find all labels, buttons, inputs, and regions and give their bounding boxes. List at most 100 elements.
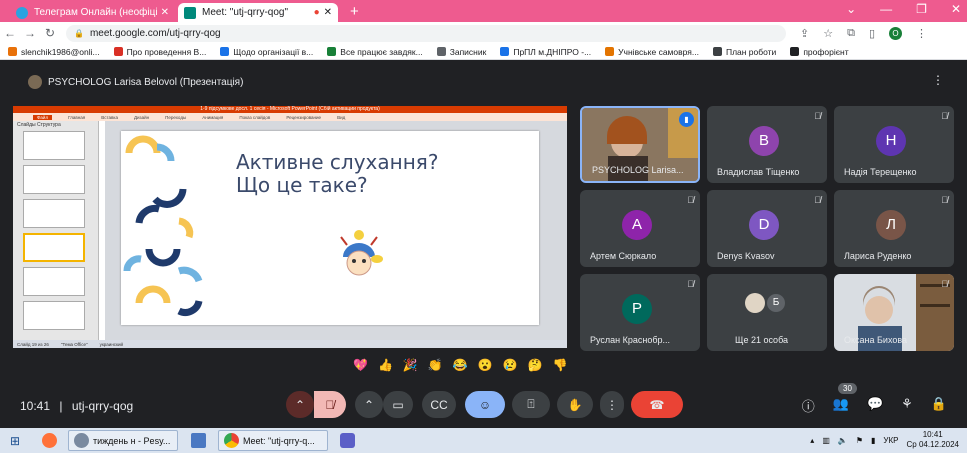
- show-hidden-icons-icon[interactable]: ▴: [810, 436, 814, 445]
- bookmark-item[interactable]: профорієнт: [790, 47, 849, 57]
- bookmark-item[interactable]: Щодо організації в...: [220, 47, 313, 57]
- side-panel-icons: ⓘ 👥 💬 ⚘ 🔒: [802, 396, 947, 415]
- close-icon[interactable]: ✕: [161, 7, 169, 18]
- slide-thumbnail: [23, 199, 85, 228]
- participant-name: Denys Kvasov: [717, 251, 775, 261]
- battery-icon[interactable]: ▮: [871, 436, 875, 445]
- mic-off-icon: 🎙̸: [941, 195, 948, 205]
- profile-avatar[interactable]: O: [889, 26, 903, 40]
- bookmark-item[interactable]: ПрПЛ м.ДНІПРО -...: [500, 47, 591, 57]
- avatar: А: [622, 210, 652, 240]
- participant-tile[interactable]: 🎙̸ Л Лариса Руденко: [834, 190, 954, 267]
- taskbar-firefox[interactable]: [30, 430, 68, 451]
- chevron-up-icon: ⌃: [294, 397, 306, 412]
- participant-tile[interactable]: 🎙̸ Оксана Бихова: [834, 274, 954, 351]
- browser-toolbar: ← → ↻ 🔒 meet.google.com/utj-qrry-qog ⇪ ☆…: [0, 22, 967, 44]
- keyboard-language[interactable]: УКР: [883, 436, 898, 445]
- more-options-icon[interactable]: ⋮: [932, 73, 944, 87]
- captions-button[interactable]: CC: [422, 391, 456, 418]
- reaction-party[interactable]: 🎉: [403, 358, 418, 372]
- reaction-clap[interactable]: 👏: [428, 358, 443, 372]
- taskbar-app[interactable]: тиждень н - Pesy...: [68, 430, 178, 451]
- participant-name: Ще 21 особа: [735, 335, 789, 345]
- menu-icon[interactable]: ⋮: [916, 27, 927, 40]
- slide-thumbnail: [23, 301, 85, 330]
- mic-off-icon: 🎙̸: [941, 279, 948, 289]
- close-window-button[interactable]: ✕: [951, 2, 961, 16]
- network-icon[interactable]: ▥: [822, 436, 830, 445]
- firefox-icon: [41, 433, 57, 448]
- window-controls: ⌄ — ❐ ✕: [846, 2, 961, 16]
- start-button[interactable]: ⊞: [0, 434, 30, 448]
- mic-options-button[interactable]: ⌃: [286, 391, 314, 418]
- mic-toggle-button[interactable]: 🎙̸: [314, 391, 346, 418]
- meeting-code: utj-qrry-qog: [71, 399, 134, 413]
- back-icon[interactable]: ←: [0, 26, 20, 40]
- taskbar-chrome[interactable]: Meet: "utj-qrry-q...: [218, 430, 328, 451]
- more-options-button[interactable]: ⋮: [600, 391, 624, 418]
- shared-screen: 1-9 підсумкове досл. 1 сесія - Microsoft…: [13, 106, 567, 348]
- participant-tile[interactable]: 🎙̸ Н Надія Терещенко: [834, 106, 954, 183]
- hang-up-icon: ☎: [649, 397, 665, 412]
- reaction-heart[interactable]: 💖: [353, 358, 368, 372]
- sidebar-icon[interactable]: ▯: [869, 27, 875, 40]
- emoji-button[interactable]: ☺: [465, 391, 505, 418]
- reaction-thumbs-down[interactable]: 👎: [553, 358, 568, 372]
- bookmark-star-icon[interactable]: ☆: [823, 27, 833, 40]
- status-text: "Тема Office": [60, 341, 88, 347]
- activities-icon[interactable]: ⚘: [901, 396, 913, 415]
- forward-icon[interactable]: →: [20, 26, 40, 40]
- bookmark-item[interactable]: slenchik1986@onli...: [8, 47, 100, 57]
- leave-call-button[interactable]: ☎: [631, 391, 683, 418]
- bookmark-item[interactable]: Про проведення В...: [113, 47, 206, 57]
- recording-dot-icon: ●: [313, 7, 320, 18]
- ribbon-tab: Переходы: [165, 114, 187, 120]
- minimize-button[interactable]: —: [880, 2, 892, 16]
- reaction-sad[interactable]: 😢: [503, 358, 518, 372]
- camera-options-button[interactable]: ⌃: [355, 391, 383, 418]
- participant-tile[interactable]: 🎙̸ В Владислав Тіщенко: [707, 106, 827, 183]
- reaction-thumbs-up[interactable]: 👍: [378, 358, 393, 372]
- more-participants-tile[interactable]: Б Ще 21 особа: [707, 274, 827, 351]
- mic-off-icon: 🎙̸: [687, 279, 694, 289]
- present-button[interactable]: ⍐: [512, 391, 550, 418]
- participant-tile[interactable]: 🎙̸ А Артем Сюркало: [580, 190, 700, 267]
- address-bar[interactable]: 🔒 meet.google.com/utj-qrry-qog: [66, 24, 786, 42]
- ribbon-tab: Файл: [33, 114, 53, 120]
- camera-toggle-button[interactable]: ▭: [383, 391, 413, 418]
- participant-name: Владислав Тіщенко: [717, 167, 800, 177]
- taskbar-app[interactable]: [178, 430, 218, 451]
- extensions-icon[interactable]: ⧉: [847, 27, 855, 40]
- bookmark-item[interactable]: Учнівське самовря...: [605, 47, 699, 57]
- avatar: Н: [876, 126, 906, 156]
- bookmark-item[interactable]: План роботи: [712, 47, 776, 57]
- share-icon[interactable]: ⇪: [800, 27, 809, 40]
- telegram-icon: [16, 6, 28, 19]
- reaction-surprised[interactable]: 😮: [478, 358, 493, 372]
- ribbon-tab: Вид: [337, 114, 346, 120]
- tab-meet[interactable]: Meet: "utj-qrry-qog" ● ✕: [178, 3, 338, 22]
- participant-tile-presenter[interactable]: ▮ PSYCHOLOG Larisa...: [580, 106, 700, 183]
- raise-hand-button[interactable]: ✋: [557, 391, 593, 418]
- participant-tile[interactable]: 🎙̸ Р Руслан Краснобр...: [580, 274, 700, 351]
- host-controls-icon[interactable]: 🔒: [931, 396, 947, 415]
- tab-telegram[interactable]: Телеграм Онлайн (неофіційна ✕: [10, 3, 175, 22]
- volume-icon[interactable]: 🔈: [838, 436, 848, 445]
- taskbar-teams[interactable]: [328, 430, 366, 451]
- bookmark-item[interactable]: Все працює завдяк...: [327, 47, 423, 57]
- new-tab-button[interactable]: +: [350, 3, 359, 20]
- reaction-laugh[interactable]: 😂: [453, 358, 468, 372]
- avatar: [745, 293, 765, 313]
- participant-tile[interactable]: 🎙̸ D Denys Kvasov: [707, 190, 827, 267]
- bookmark-item[interactable]: Записник: [436, 47, 486, 57]
- reload-icon[interactable]: ↻: [40, 26, 60, 40]
- info-icon[interactable]: ⓘ: [802, 396, 815, 415]
- flag-icon[interactable]: ⚑: [856, 436, 863, 445]
- chat-icon[interactable]: 💬: [867, 396, 883, 415]
- maximize-button[interactable]: ❐: [916, 2, 927, 16]
- tab-search-icon[interactable]: ⌄: [846, 2, 856, 16]
- people-icon[interactable]: 👥: [833, 396, 849, 415]
- close-icon[interactable]: ✕: [324, 7, 332, 18]
- reaction-thinking[interactable]: 🤔: [528, 358, 543, 372]
- clock[interactable]: 10:41 Ср 04.12.2024: [907, 430, 960, 450]
